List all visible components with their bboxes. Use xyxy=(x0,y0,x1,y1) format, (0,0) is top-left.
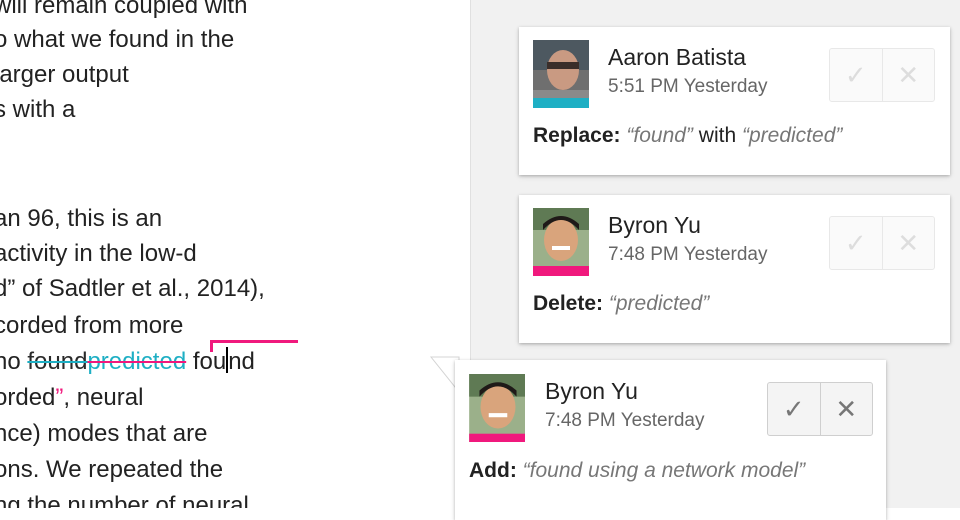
doc-text: ho xyxy=(0,348,21,375)
suggestion-text: Delete: “predicted” xyxy=(533,292,709,316)
comment-timestamp: 7:48 PM Yesterday xyxy=(545,410,705,431)
doc-text: nd xyxy=(228,348,255,375)
suggestion-text: Add: “found using a network model” xyxy=(469,459,805,483)
suggestion-to: “predicted” xyxy=(741,124,843,147)
document-page[interactable]: will remain coupled with o what we found… xyxy=(0,0,470,508)
checkmark-icon[interactable]: ✓ xyxy=(830,217,882,269)
suggestion-card-replace[interactable]: Aaron Batista 5:51 PM Yesterday ✓ ✕ Repl… xyxy=(519,27,950,175)
doc-line: an 96, this is an xyxy=(0,205,163,232)
comment-author: Byron Yu xyxy=(545,378,638,404)
doc-line: s with a xyxy=(0,96,76,123)
doc-line: larger output xyxy=(0,61,129,88)
checkmark-icon[interactable]: ✓ xyxy=(768,383,820,435)
avatar xyxy=(533,208,589,276)
doc-line: orded”, neural xyxy=(0,382,143,414)
doc-line: d” of Sadtler et al., 2014), xyxy=(0,275,265,302)
comment-author: Byron Yu xyxy=(608,212,701,238)
suggestion-deleted: “predicted” xyxy=(608,292,710,315)
close-icon[interactable]: ✕ xyxy=(819,383,873,435)
suggested-deletion-found[interactable]: found xyxy=(27,348,87,375)
doc-line: ons. We repeated the xyxy=(0,456,224,483)
comment-author: Aaron Batista xyxy=(608,44,747,70)
suggestion-actions: ✓ ✕ xyxy=(767,382,873,436)
close-icon[interactable]: ✕ xyxy=(881,217,935,269)
insertion-marker xyxy=(210,340,298,343)
doc-line: activity in the low-d xyxy=(0,240,197,267)
suggestion-action: Replace: xyxy=(533,124,621,147)
avatar xyxy=(533,40,589,108)
doc-line: will remain coupled with xyxy=(0,0,248,19)
comment-timestamp: 7:48 PM Yesterday xyxy=(608,244,768,265)
suggestion-card-add[interactable]: Byron Yu 7:48 PM Yesterday ✓ ✕ Add: “fou… xyxy=(455,360,886,520)
suggestion-action: Delete: xyxy=(533,292,604,315)
suggested-deletion-predicted[interactable]: predicted xyxy=(87,348,186,375)
comment-timestamp: 5:51 PM Yesterday xyxy=(608,76,768,97)
suggestion-actions: ✓ ✕ xyxy=(829,216,935,270)
suggestion-card-delete[interactable]: Byron Yu 7:48 PM Yesterday ✓ ✕ Delete: “… xyxy=(519,195,950,343)
checkmark-icon[interactable]: ✓ xyxy=(830,49,882,101)
doc-text: , neural xyxy=(63,384,144,411)
doc-line: ng the number of neural xyxy=(0,492,249,508)
avatar xyxy=(469,374,525,442)
doc-text: fou xyxy=(186,348,227,375)
comments-panel: Aaron Batista 5:51 PM Yesterday ✓ ✕ Repl… xyxy=(429,0,960,520)
suggestion-action: Add: xyxy=(469,459,517,482)
suggestion-connector: with xyxy=(698,124,737,147)
doc-line: nce) modes that are xyxy=(0,420,208,447)
doc-line: o what we found in the xyxy=(0,26,235,53)
suggestion-added: “found using a network model” xyxy=(522,459,806,482)
doc-edit-line[interactable]: ho foundpredicted found xyxy=(0,346,255,378)
suggestion-from: “found” xyxy=(626,124,693,147)
suggestion-text: Replace: “found” with “predicted” xyxy=(533,124,842,148)
suggestion-actions: ✓ ✕ xyxy=(829,48,935,102)
doc-line: corded from more xyxy=(0,312,184,339)
doc-text: orded xyxy=(0,384,56,411)
close-icon[interactable]: ✕ xyxy=(881,49,935,101)
